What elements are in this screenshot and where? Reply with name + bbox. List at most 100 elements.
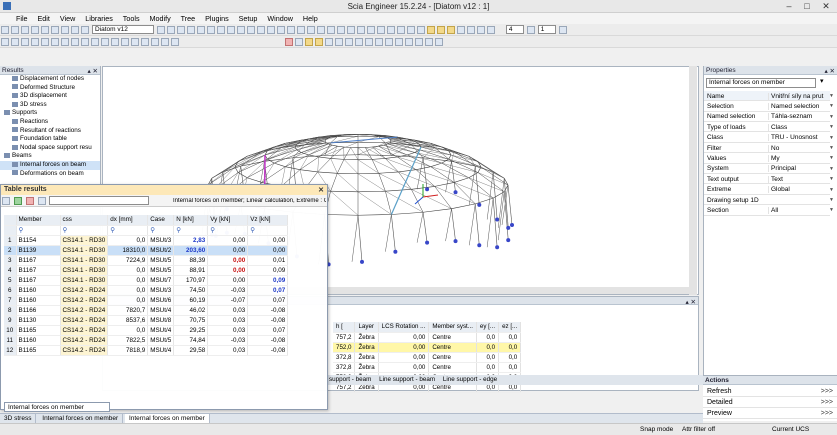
diagonal-beam[interactable] [337,159,345,174]
column-header[interactable]: Member [16,215,61,226]
column-beam[interactable] [486,198,494,248]
diagonal-beam[interactable] [222,151,262,173]
property-row[interactable]: System Principal ▼ [704,164,834,175]
open-icon[interactable] [11,26,19,34]
menu-tools[interactable]: Tools [119,13,144,23]
ring-beam[interactable] [247,177,262,183]
diagonal-beam[interactable] [441,146,469,157]
dropdown-arrow-icon[interactable]: ▼ [829,207,834,213]
dropdown-arrow-icon[interactable]: ▼ [829,124,834,130]
ring-beam[interactable] [398,169,417,173]
sections-icon[interactable] [386,26,395,34]
ring-beam[interactable] [318,156,331,159]
support-marker[interactable] [393,249,398,254]
view-icon[interactable] [156,26,165,34]
tool-ab-icon[interactable] [384,38,393,46]
dropdown-arrow-icon[interactable]: ▼ [829,114,834,120]
column-header[interactable]: N [kN] [173,215,209,226]
support-marker[interactable] [360,259,364,264]
wire-icon[interactable] [356,26,365,34]
tree-item[interactable]: Beams [0,152,100,161]
tool-j-icon[interactable] [91,38,99,46]
spin2-icon[interactable] [558,26,567,34]
print-icon[interactable] [31,26,39,34]
doc-tab-3d-stress[interactable]: 3D stress [0,414,37,423]
support-marker[interactable] [425,187,430,192]
stop-icon[interactable] [284,38,293,46]
column-beam[interactable] [469,166,476,205]
view-y-icon[interactable] [316,26,325,34]
diagonal-beam[interactable] [330,158,338,174]
tool-t-icon[interactable] [304,38,313,46]
property-value[interactable]: All [768,206,824,214]
diagonal-beam[interactable] [430,166,455,183]
ring-beam[interactable] [385,189,412,192]
table-row[interactable]: 2 B1139 CS14.1 - RD30 18310,0 MSUt/2 203,60 0,… [4,245,289,256]
ring-beam[interactable] [434,182,455,187]
tree-item[interactable]: 3D stress [0,101,100,110]
lower-column-header[interactable]: ez [... [498,322,522,333]
property-value[interactable]: Named selection [768,102,824,110]
column-beam[interactable] [422,157,428,190]
tool-z-icon[interactable] [364,38,373,46]
zoom-out-icon[interactable] [256,26,265,34]
column-beam[interactable] [385,214,392,252]
tool-u-icon[interactable] [314,38,323,46]
support-marker[interactable] [425,240,430,245]
properties-menu-icon[interactable]: ▾ [820,77,824,85]
property-row[interactable]: Filter No ▼ [704,143,834,154]
filter-cell[interactable]: ⚲ [173,225,209,236]
table-row[interactable]: 7 B1160 CS14.2 - RD24 0,0 MSUt/6 60,19 -0,07 0,… [4,295,289,306]
table-row[interactable]: 5 B1167 CS14.1 - RD30 0,0 MSUt/7 170,97 0,00 0,… [4,275,289,286]
column-beam[interactable] [357,215,363,262]
ring-beam[interactable] [378,171,399,174]
paste-icon[interactable] [81,26,89,34]
clip-icon[interactable] [476,26,485,34]
menu-file[interactable]: File [12,13,32,23]
ring-beam[interactable] [448,154,452,160]
ring-beam[interactable] [423,208,452,213]
tool-ae-icon[interactable] [414,38,423,46]
ring-beam[interactable] [357,141,386,144]
render-icon[interactable] [346,26,355,34]
table-settings-icon[interactable] [37,197,46,205]
property-row[interactable]: Class TRU - Únosnost ▼ [704,133,834,143]
tool-r-icon[interactable] [171,38,179,46]
snap-icon[interactable] [436,26,445,34]
lower-column-header[interactable]: ey [... [476,322,500,333]
diagonal-beam[interactable] [397,156,417,170]
tool-ad-icon[interactable] [404,38,413,46]
lower-table-row[interactable]: 757,2 Žebra 0,00 Centre 0,0 0,0 [333,332,522,343]
measure-icon[interactable] [456,26,465,34]
table-row[interactable]: 11 B1160 CS14.2 - RD24 7822,5 MSUt/5 74,84 -0,… [4,335,289,346]
column-beam[interactable] [492,198,498,248]
ring-beam[interactable] [285,166,301,170]
tree-item[interactable]: Deformed Structure [0,84,100,93]
property-row[interactable]: Section All ▼ [704,205,834,216]
tree-item[interactable]: Deformations on beam [0,170,100,179]
property-row[interactable]: Named selection Táhla-seznam ▼ [704,112,834,123]
lower-column-header[interactable]: h [ [333,322,356,333]
ring-beam[interactable] [299,169,318,173]
ring-beam[interactable] [371,158,386,160]
pin-icon[interactable]: ▴ ✕ [87,67,98,75]
property-row[interactable]: Values My ▼ [704,153,834,164]
labels-icon[interactable] [376,26,385,34]
tree-item[interactable]: Supports [0,109,100,118]
menu-plugins[interactable]: Plugins [201,13,233,23]
dropdown-arrow-icon[interactable]: ▼ [829,176,834,182]
ring-beam[interactable] [330,158,345,160]
ring-beam[interactable] [475,165,494,173]
lower-table-row[interactable]: 752,0Žebra0,00Centre0,00,0 [333,342,522,353]
dropdown-arrow-icon[interactable]: ▼ [829,135,834,141]
support-icon[interactable] [196,26,205,34]
tool-q-icon[interactable] [161,38,169,46]
ring-beam[interactable] [357,214,392,216]
axo-icon[interactable] [336,26,345,34]
column-header[interactable]: Vz [kN] [247,215,289,226]
filter-cell[interactable]: ⚲ [247,225,289,236]
tab-line-support-edge[interactable]: Line support - edge [440,375,500,384]
menu-modify[interactable]: Modify [146,13,175,23]
column-beam[interactable] [497,178,505,228]
tool-f-icon[interactable] [51,38,59,46]
